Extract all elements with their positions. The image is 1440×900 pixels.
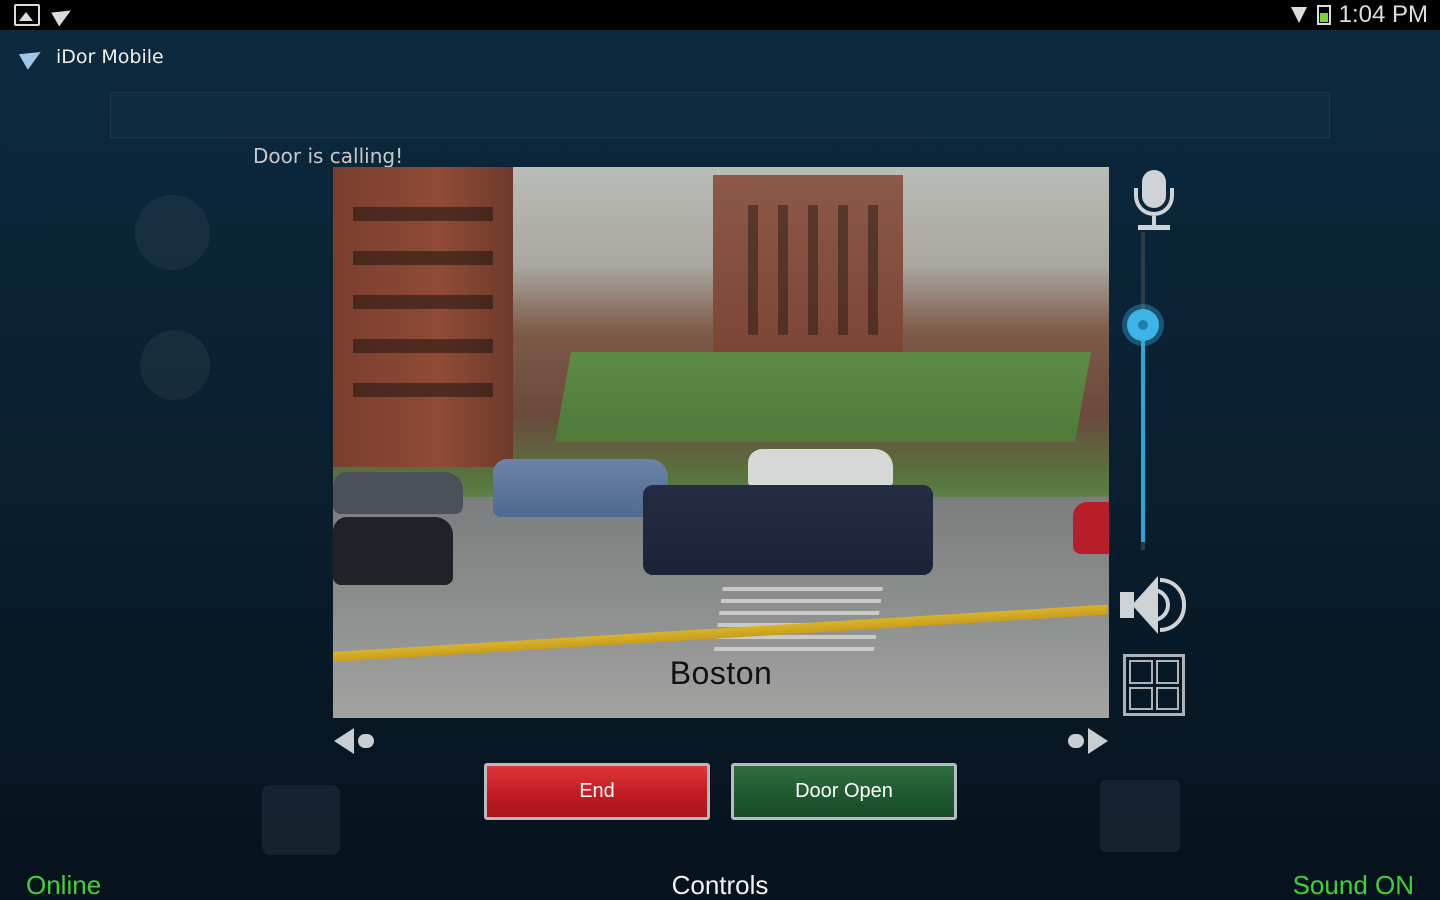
video-building xyxy=(333,167,513,467)
background-search-bar xyxy=(110,92,1330,138)
volume-slider[interactable] xyxy=(1124,232,1164,550)
video-car xyxy=(333,517,453,585)
background-app-icon xyxy=(262,785,340,855)
grid-layout-icon[interactable] xyxy=(1123,654,1185,716)
grid-cell xyxy=(1129,660,1153,684)
app-notification-icon xyxy=(51,3,75,27)
video-truck xyxy=(643,485,933,575)
app-title: iDor Mobile xyxy=(56,46,164,68)
microphone-icon[interactable] xyxy=(1130,170,1178,232)
camera-caption: Boston xyxy=(669,655,773,691)
volume-slider-fill xyxy=(1141,325,1145,542)
grid-cell xyxy=(1155,686,1179,710)
video-car xyxy=(333,472,463,514)
arrow-head xyxy=(334,728,354,754)
arrow-tail xyxy=(358,734,374,748)
idor-logo-icon[interactable] xyxy=(20,44,46,70)
background-app-icon xyxy=(135,195,210,270)
door-open-button[interactable]: Door Open xyxy=(731,763,957,820)
microphone-arc xyxy=(1134,188,1174,216)
arrow-head xyxy=(1088,728,1108,754)
status-bar-notifications xyxy=(14,3,1109,718)
background-app-icon xyxy=(140,330,210,400)
video-building xyxy=(713,175,903,355)
app-bar: iDor Mobile xyxy=(20,44,164,70)
arrow-tail xyxy=(1068,734,1084,748)
background-app-icon xyxy=(1100,780,1180,852)
status-bar-system: 1:04 PM xyxy=(1289,1,1428,29)
battery-icon xyxy=(1316,5,1331,25)
connection-status: Online xyxy=(26,870,102,900)
call-status-text: Door is calling! xyxy=(253,144,404,168)
video-car xyxy=(493,459,668,517)
status-time: 1:04 PM xyxy=(1338,1,1428,28)
video-car xyxy=(1073,502,1109,554)
status-bar: 1:04 PM xyxy=(0,0,1440,718)
end-call-button[interactable]: End xyxy=(484,763,710,820)
microphone-base xyxy=(1138,225,1170,230)
grid-cell xyxy=(1129,686,1153,710)
grid-cell xyxy=(1155,660,1179,684)
video-lawn xyxy=(555,352,1091,442)
wifi-icon xyxy=(1289,5,1309,25)
video-car xyxy=(748,449,893,489)
speaker-icon[interactable] xyxy=(1120,572,1190,638)
camera-video-feed[interactable]: Boston xyxy=(333,167,1109,718)
gallery-icon xyxy=(14,4,40,26)
previous-camera-icon[interactable] xyxy=(334,726,378,756)
sound-status[interactable]: Sound ON xyxy=(1293,870,1414,900)
volume-slider-thumb[interactable] xyxy=(1127,309,1159,341)
speaker-wave xyxy=(1160,578,1186,632)
next-camera-icon[interactable] xyxy=(1064,726,1108,756)
footer-section-label[interactable]: Controls xyxy=(0,870,1440,900)
